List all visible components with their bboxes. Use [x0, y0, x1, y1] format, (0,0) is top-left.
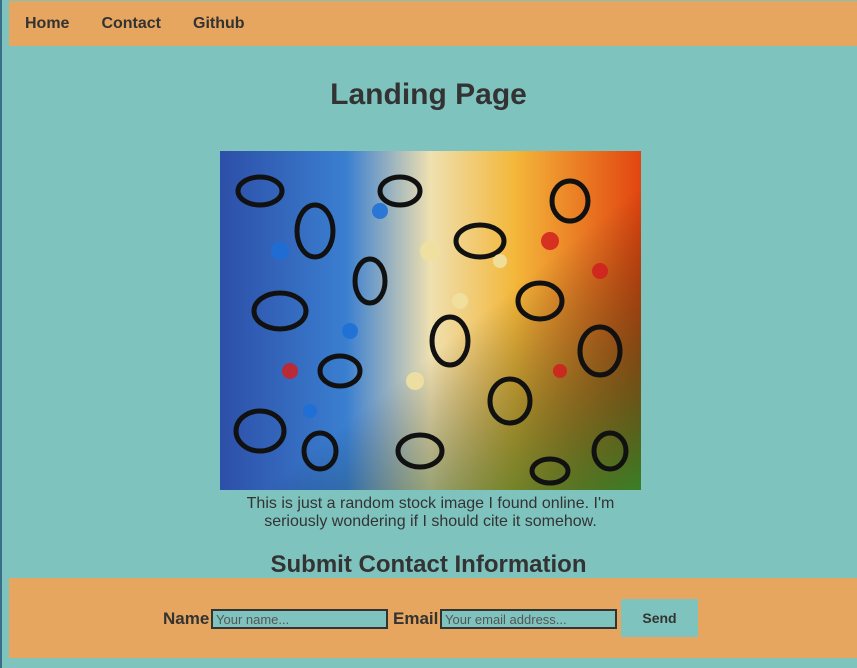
navbar: Home Contact Github [9, 1, 857, 46]
email-label: Email [393, 609, 439, 628]
section-title: Submit Contact Information [270, 551, 587, 578]
name-label: Name [163, 609, 210, 628]
email-input[interactable] [440, 609, 617, 629]
send-button[interactable]: Send [621, 599, 698, 637]
contact-form: Name Email Send [9, 578, 857, 658]
stock-image [220, 151, 641, 490]
nav-link-home[interactable]: Home [25, 15, 69, 33]
nav-link-contact[interactable]: Contact [101, 15, 161, 33]
name-input[interactable] [211, 609, 388, 629]
image-caption: This is just a random stock image I foun… [246, 495, 615, 530]
nav-link-github[interactable]: Github [193, 15, 245, 33]
page-title: Landing Page [330, 78, 527, 111]
